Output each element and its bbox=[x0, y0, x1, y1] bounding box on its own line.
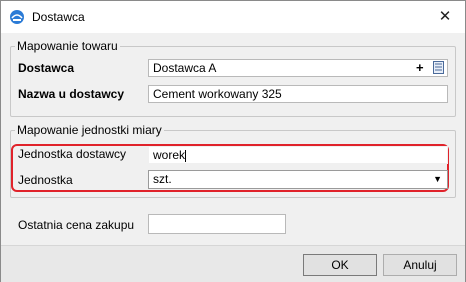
supplier-field[interactable]: Dostawca A bbox=[148, 59, 448, 77]
button-bar: OK Anuluj bbox=[1, 245, 465, 282]
dialog-body: Mapowanie towaru Dostawca Dostawca A + N… bbox=[1, 33, 465, 282]
add-icon[interactable]: + bbox=[416, 61, 424, 75]
supplier-unit-value: worek bbox=[153, 148, 186, 162]
close-icon[interactable]: ✕ bbox=[435, 7, 455, 27]
app-icon bbox=[10, 10, 24, 24]
supplier-unit-field[interactable]: worek bbox=[148, 146, 448, 164]
cancel-button[interactable]: Anuluj bbox=[383, 254, 457, 276]
supplier-name-label: Nazwa u dostawcy bbox=[18, 87, 125, 101]
mapping-goods-legend: Mapowanie towaru bbox=[17, 39, 118, 53]
mapping-goods-group: Mapowanie towaru bbox=[10, 39, 456, 117]
supplier-name-value: Cement workowany 325 bbox=[153, 87, 282, 101]
last-price-field[interactable] bbox=[148, 214, 286, 234]
last-price-label: Ostatnia cena zakupu bbox=[18, 218, 135, 232]
window-title: Dostawca bbox=[32, 10, 85, 24]
text-cursor bbox=[185, 149, 187, 162]
list-icon[interactable] bbox=[433, 61, 444, 74]
unit-select[interactable]: szt. ▼ bbox=[148, 170, 448, 189]
dialog-window: Dostawca ✕ Mapowanie towaru Dostawca Dos… bbox=[0, 0, 466, 282]
unit-value: szt. bbox=[153, 172, 172, 186]
chevron-down-icon[interactable]: ▼ bbox=[433, 171, 442, 187]
supplier-unit-label: Jednostka dostawcy bbox=[18, 147, 127, 161]
supplier-value: Dostawca A bbox=[153, 61, 217, 75]
supplier-name-field[interactable]: Cement workowany 325 bbox=[148, 85, 448, 103]
title-bar: Dostawca ✕ bbox=[1, 1, 465, 33]
mapping-unit-legend: Mapowanie jednostki miary bbox=[17, 123, 162, 137]
unit-label: Jednostka bbox=[18, 173, 73, 187]
ok-button[interactable]: OK bbox=[303, 254, 377, 276]
supplier-label: Dostawca bbox=[18, 61, 75, 75]
